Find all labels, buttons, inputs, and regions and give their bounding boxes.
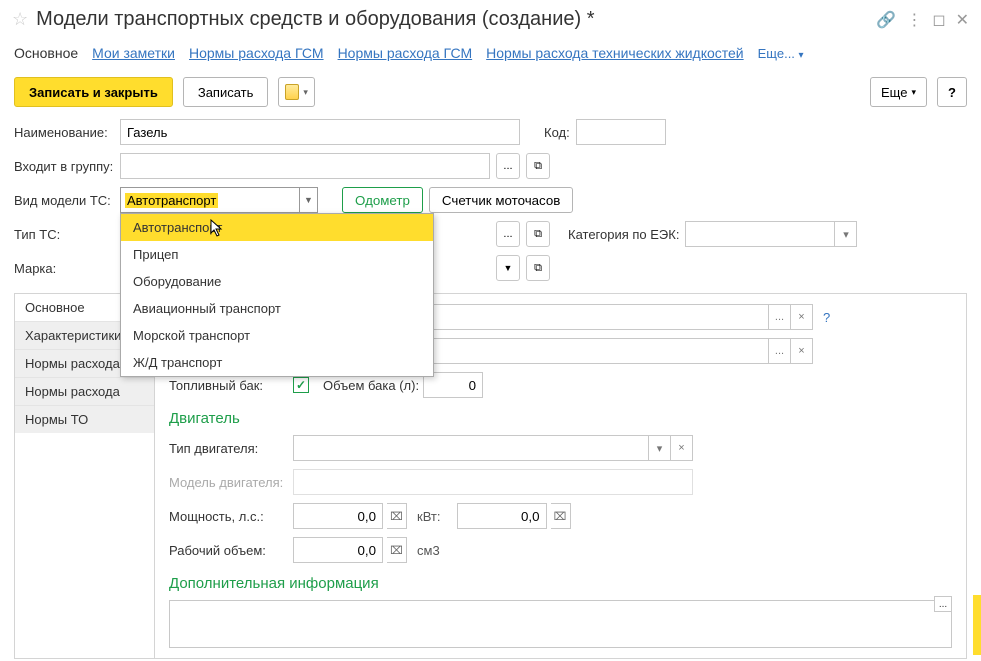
dropdown-option-equipment[interactable]: Оборудование [121,268,433,295]
form-area: Наименование: Код: Входит в группу: ... … [0,117,981,661]
kvt-label: кВт: [417,509,441,524]
odometer-button[interactable]: Одометр [342,187,423,213]
marka-dropdown-button[interactable]: ▼ [496,255,520,281]
addinfo-textarea[interactable] [169,600,952,648]
type-model-input[interactable]: Автотранспорт [120,187,300,213]
right-scroll-handle[interactable] [973,595,981,655]
titlebar: ☆ Модели транспортных средств и оборудов… [0,0,981,39]
dropdown-option-marine[interactable]: Морской транспорт [121,322,433,349]
link-icon[interactable]: 🔗 [876,10,896,30]
type-model-dropdown: Автотранспорт Прицеп Оборудование Авиаци… [120,213,434,377]
disp-label: Рабочий объем: [169,543,289,558]
more-label: Еще [881,85,907,100]
row-disp: Рабочий объем: ⌧ см3 [169,537,952,563]
group-open-button[interactable]: ⧉ [526,153,550,179]
code-label: Код: [544,125,570,140]
type-ts-open-button[interactable]: ⧉ [526,221,550,247]
type-ts-select-button[interactable]: ... [496,221,520,247]
dropdown-option-auto[interactable]: Автотранспорт [121,214,433,241]
fuel-tank-checkbox[interactable]: ✓ [293,377,309,393]
tab-gsm2[interactable]: Нормы расхода ГСМ [338,45,473,67]
group-input[interactable] [120,153,490,179]
maximize-icon[interactable]: ◻ [932,10,945,30]
clear-icon[interactable]: × [790,339,812,363]
tank-vol-label: Объем бака (л): [323,378,419,393]
tab-tech-fluids[interactable]: Нормы расхода технических жидкостей [486,45,743,67]
chevron-down-icon: ▾ [911,87,916,98]
cat-eek-input[interactable]: ▾ [685,221,857,247]
side-tab-norms2[interactable]: Нормы расхода [15,378,154,406]
power-input[interactable] [293,503,383,529]
engine-header: Двигатель [169,410,952,427]
calc-icon[interactable]: ⌧ [551,503,571,529]
side-tab-to[interactable]: Нормы ТО [15,406,154,433]
motohours-button[interactable]: Счетчик моточасов [429,187,573,213]
expand-icon[interactable]: ... [934,596,952,612]
marka-open-button[interactable]: ⧉ [526,255,550,281]
clear-icon[interactable]: × [790,305,812,329]
tab-main[interactable]: Основное [14,45,78,67]
group-select-button[interactable]: ... [496,153,520,179]
name-label: Наименование: [14,125,114,140]
addinfo-wrap: ... [169,600,952,648]
marka-label: Марка: [14,261,114,276]
cm3-label: см3 [417,543,440,558]
title-actions: 🔗 ⋮ ◻ ✕ [876,10,969,30]
close-icon[interactable]: ✕ [956,10,969,30]
row-type-model: Вид модели ТС: Автотранспорт ▼ Автотранс… [14,187,967,213]
row-name: Наименование: Код: [14,119,967,145]
dropdown-option-aviation[interactable]: Авиационный транспорт [121,295,433,322]
name-input[interactable] [120,119,520,145]
tab-notes[interactable]: Мои заметки [92,45,175,67]
dropdown-option-trailer[interactable]: Прицеп [121,241,433,268]
type-model-label: Вид модели ТС: [14,193,114,208]
tab-gsm1[interactable]: Нормы расхода ГСМ [189,45,324,67]
top-tabs: Основное Мои заметки Нормы расхода ГСМ Н… [0,39,981,67]
row-group: Входит в группу: ... ⧉ [14,153,967,179]
save-and-close-button[interactable]: Записать и закрыть [14,77,173,107]
chevron-down-icon[interactable]: ▾ [834,222,856,246]
code-input[interactable] [576,119,666,145]
row-engine-model: Модель двигателя: [169,469,952,495]
engine-type-label: Тип двигателя: [169,441,289,456]
row-engine-type: Тип двигателя: ▾ × [169,435,952,461]
row-power: Мощность, л.с.: ⌧ кВт: ⌧ [169,503,952,529]
fuel-tank-label: Топливный бак: [169,378,289,393]
kvt-input[interactable] [457,503,547,529]
power-label: Мощность, л.с.: [169,509,289,524]
dots-icon[interactable]: ... [768,339,790,363]
engine-model-label: Модель двигателя: [169,475,289,490]
favorite-icon[interactable]: ☆ [12,9,28,30]
calc-icon[interactable]: ⌧ [387,503,407,529]
tab-more-label: Еще... [758,46,795,61]
cat-eek-label: Категория по ЕЭК: [568,227,679,242]
dots-icon[interactable]: ... [768,305,790,329]
save-button[interactable]: Записать [183,77,269,107]
report-dropdown-button[interactable]: ▾ [278,77,315,107]
clear-icon[interactable]: × [670,436,692,460]
engine-model-input[interactable] [293,469,693,495]
disp-input[interactable] [293,537,383,563]
chevron-down-icon[interactable]: ▾ [648,436,670,460]
help-icon[interactable]: ? [823,310,830,325]
toolbar: Записать и закрыть Записать ▾ Еще ▾ ? [0,67,981,117]
engine-type-input[interactable]: ▾ × [293,435,693,461]
dropdown-option-rail[interactable]: Ж/Д транспорт [121,349,433,376]
tab-more[interactable]: Еще... ▾ [758,46,804,61]
addinfo-header: Дополнительная информация [169,575,952,592]
kebab-icon[interactable]: ⋮ [906,10,922,30]
more-button[interactable]: Еще ▾ [870,77,927,107]
help-button[interactable]: ? [937,77,967,107]
type-model-wrap: Автотранспорт ▼ Автотранспорт Прицеп Обо… [120,187,318,213]
chevron-down-icon: ▾ [303,87,308,98]
type-model-value: Автотранспорт [125,193,218,208]
type-model-dropdown-button[interactable]: ▼ [300,187,318,213]
type-ts-label: Тип ТС: [14,227,114,242]
document-icon [285,84,299,100]
window-title: Модели транспортных средств и оборудован… [36,8,868,31]
group-label: Входит в группу: [14,159,114,174]
calc-icon[interactable]: ⌧ [387,537,407,563]
